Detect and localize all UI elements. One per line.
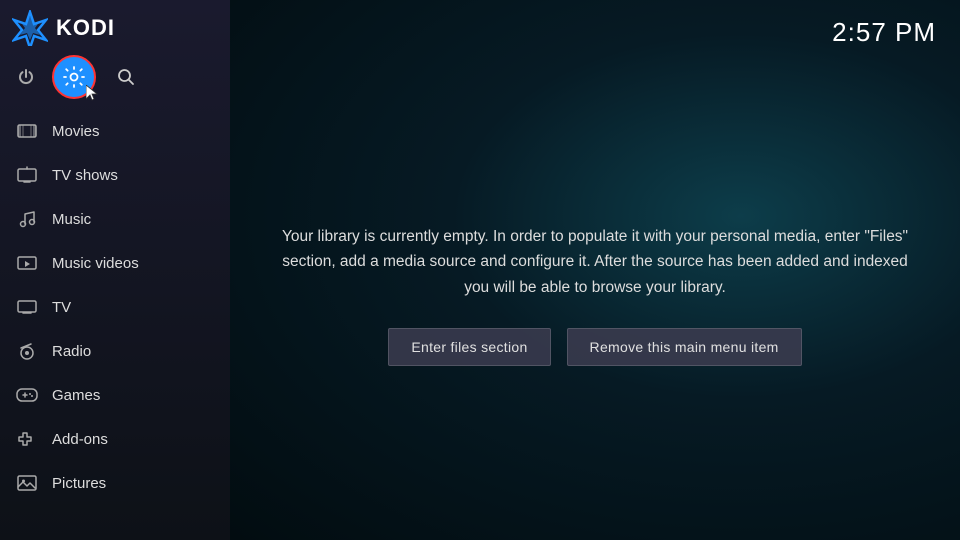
tv-label: TV [52,299,71,316]
search-icon [116,67,136,87]
tv-icon [16,296,38,318]
top-bar: 2:57 PM [230,0,960,50]
pictures-icon [16,472,38,494]
power-icon [16,67,36,87]
power-button[interactable] [8,59,44,95]
sidebar-item-add-ons[interactable]: Add-ons [0,417,230,461]
music-icon [16,208,38,230]
sidebar-item-tv[interactable]: TV [0,285,230,329]
settings-button[interactable] [52,55,96,99]
main-content: 2:57 PM Your library is currently empty.… [230,0,960,540]
settings-gear-icon [62,65,86,89]
radio-label: Radio [52,343,91,360]
add-ons-icon [16,428,38,450]
sidebar-item-music-videos[interactable]: Music videos [0,241,230,285]
music-label: Music [52,211,91,228]
sidebar-item-games[interactable]: Games [0,373,230,417]
sidebar-item-tv-shows[interactable]: TV shows [0,153,230,197]
pictures-label: Pictures [52,475,106,492]
library-empty-message: Your library is currently empty. In orde… [270,224,920,301]
movies-icon [16,120,38,142]
remove-menu-item-button[interactable]: Remove this main menu item [567,328,802,366]
sidebar: KODI [0,0,230,540]
sidebar-item-movies[interactable]: Movies [0,109,230,153]
sidebar-header: KODI [0,0,230,55]
kodi-logo-icon [12,10,48,46]
radio-icon [16,340,38,362]
tv-shows-label: TV shows [52,167,118,184]
music-videos-label: Music videos [52,255,139,272]
app-title: KODI [56,15,115,41]
tv-shows-icon [16,164,38,186]
games-icon [16,384,38,406]
library-message-box: Your library is currently empty. In orde… [270,224,920,367]
enter-files-button[interactable]: Enter files section [388,328,550,366]
sidebar-item-music[interactable]: Music [0,197,230,241]
sidebar-item-radio[interactable]: Radio [0,329,230,373]
games-label: Games [52,387,100,404]
sidebar-nav: Movies TV shows Music Music videos TV [0,109,230,540]
music-videos-icon [16,252,38,274]
action-buttons-row: Enter files section Remove this main men… [270,328,920,366]
cursor-indicator [86,85,98,101]
search-button[interactable] [108,59,144,95]
add-ons-label: Add-ons [52,431,108,448]
sidebar-item-pictures[interactable]: Pictures [0,461,230,505]
time-display: 2:57 PM [832,17,936,48]
sidebar-icons-row [0,55,230,109]
content-area: Your library is currently empty. In orde… [230,50,960,540]
movies-label: Movies [52,123,100,140]
